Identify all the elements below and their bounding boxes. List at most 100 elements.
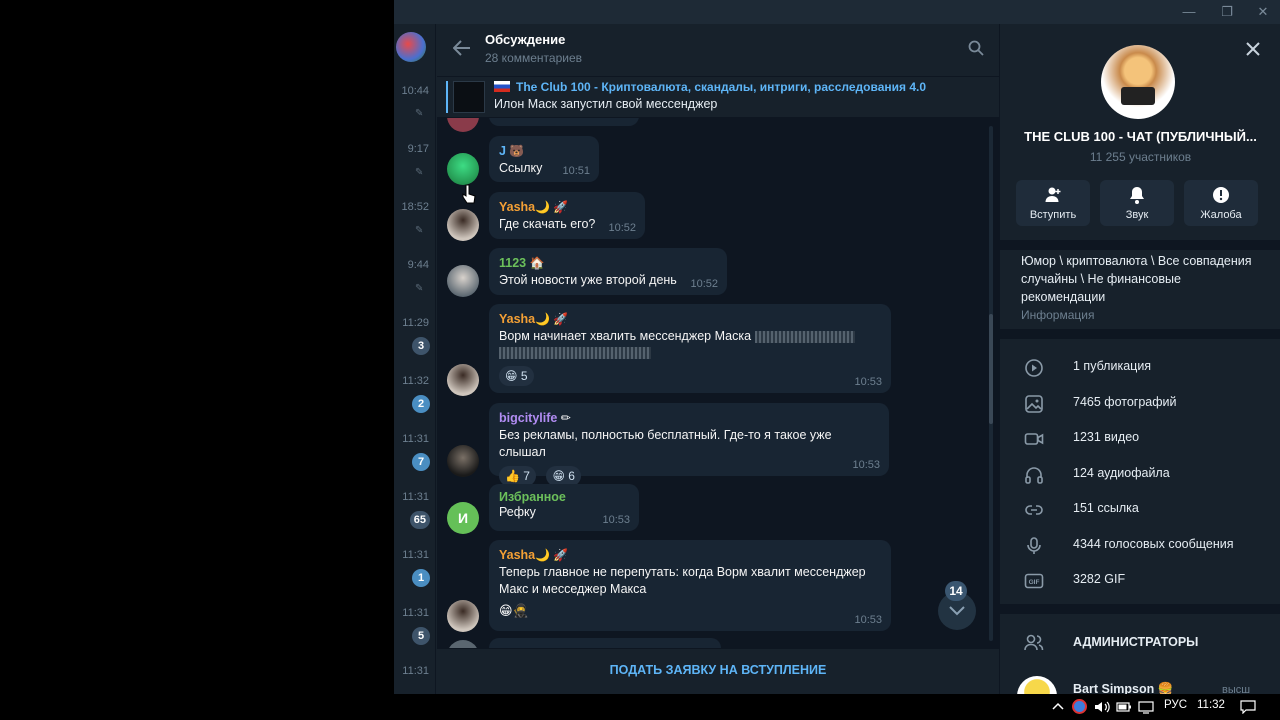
- message-bubble: J 🐻 Ссылку 10:51: [489, 136, 599, 182]
- avatar[interactable]: [447, 209, 479, 241]
- chevron-up-icon[interactable]: [1052, 702, 1064, 710]
- notifications-icon[interactable]: [1240, 700, 1256, 714]
- unread-badge: 7: [412, 453, 430, 471]
- battery-icon[interactable]: [1116, 700, 1132, 714]
- network-icon[interactable]: [1138, 700, 1154, 714]
- unread-badge: 2: [412, 395, 430, 413]
- sound-button[interactable]: Звук: [1100, 180, 1174, 226]
- grin-emoji-icon: 😁: [505, 369, 518, 383]
- section-divider: [1000, 329, 1280, 339]
- group-name: THE CLUB 100 - ЧАТ (ПУБЛИЧНЫЙ...: [1024, 129, 1257, 144]
- ninja-emoji-icon: 🥷: [512, 603, 529, 618]
- join-button[interactable]: Вступить: [1016, 180, 1090, 226]
- group-avatar[interactable]: [1101, 45, 1175, 119]
- minimize-icon[interactable]: —: [1174, 0, 1204, 24]
- pencil-emoji-icon: ✏: [557, 411, 571, 425]
- pinned-text: Илон Маск запустил свой мессенджер: [494, 97, 718, 111]
- avatar[interactable]: [447, 153, 479, 185]
- photo-icon: [1025, 395, 1043, 413]
- tray-app-icon[interactable]: [1072, 699, 1087, 714]
- message-bubble: Yasha🌙 🚀 Теперь главное не перепутать: к…: [489, 540, 891, 631]
- chat-time: 10:44: [401, 85, 429, 97]
- media-row-posts[interactable]: 1 публикация: [1000, 350, 1280, 385]
- media-row-gif[interactable]: GIF 3282 GIF: [1000, 563, 1280, 598]
- avatar[interactable]: [447, 640, 479, 648]
- message-bubble: Yasha🌙 🚀 Где скачать его? 10:52: [489, 192, 645, 239]
- member-count: 11 255 участников: [1089, 150, 1192, 164]
- message-time: 10:52: [690, 278, 718, 290]
- scrollbar-thumb[interactable]: [989, 314, 993, 424]
- volume-icon[interactable]: [1094, 700, 1110, 714]
- reaction-stickers[interactable]: 😁🥷: [499, 603, 881, 619]
- message-sender[interactable]: Избранное: [499, 490, 629, 504]
- clock[interactable]: 11:32: [1197, 699, 1225, 711]
- message-time: 10:51: [562, 165, 590, 177]
- section-divider: [1000, 240, 1280, 250]
- avatar[interactable]: И: [447, 502, 479, 534]
- pin-icon: ✎: [415, 283, 424, 294]
- description-line: Юмор \ криптовалюта \ Все совпадения: [1021, 254, 1252, 268]
- bell-icon: [1130, 187, 1144, 204]
- chat-time: 11:29: [402, 317, 429, 329]
- media-row-label: 124 аудиофайла: [1073, 466, 1170, 480]
- message-sender[interactable]: Yasha: [499, 200, 535, 214]
- hamster-card-image: [1121, 87, 1155, 105]
- message-sender[interactable]: bigcitylife: [499, 411, 557, 425]
- message-text: Этой новости уже второй день: [499, 273, 677, 287]
- spoiler-block[interactable]: [499, 347, 651, 359]
- message-time: 10:53: [854, 614, 882, 626]
- avatar[interactable]: [447, 265, 479, 297]
- message-sender[interactable]: J: [499, 144, 506, 158]
- message-bubble: [489, 118, 639, 126]
- request-join-button[interactable]: ПОДАТЬ ЗАЯВКУ НА ВСТУПЛЕНИЕ: [437, 649, 999, 695]
- svg-text:GIF: GIF: [1029, 579, 1040, 586]
- media-row-photos[interactable]: 7465 фотографий: [1000, 386, 1280, 421]
- search-icon[interactable]: [968, 40, 984, 56]
- media-row-videos[interactable]: 1231 видео: [1000, 421, 1280, 456]
- pinned-post[interactable]: The Club 100 - Криптовалюта, скандалы, и…: [437, 76, 999, 118]
- restore-icon[interactable]: ❐: [1212, 0, 1242, 24]
- chat-time: 11:31: [402, 491, 429, 503]
- avatar[interactable]: [447, 445, 479, 477]
- microphone-icon: [1027, 537, 1041, 554]
- house-emoji-icon: 🏠: [526, 256, 545, 270]
- avatar[interactable]: [447, 118, 479, 132]
- media-row-audio[interactable]: 124 аудиофайла: [1000, 457, 1280, 492]
- media-row-links[interactable]: 151 ссылка: [1000, 492, 1280, 527]
- report-button[interactable]: Жалоба: [1184, 180, 1258, 226]
- message-sender[interactable]: Yasha: [499, 312, 535, 326]
- message-bubble: Yasha🌙 🚀 Ворм начинает хвалить мессендже…: [489, 304, 891, 393]
- message-sender[interactable]: Yasha: [499, 548, 535, 562]
- close-window-icon[interactable]: ✕: [1248, 0, 1278, 24]
- reaction-grin[interactable]: 😁 6: [546, 466, 581, 486]
- media-row-voice[interactable]: 4344 голосовых сообщения: [1000, 528, 1280, 563]
- media-row-label: 1231 видео: [1073, 430, 1140, 444]
- header-title: Обсуждение: [485, 32, 566, 47]
- unread-count-badge: 14: [945, 581, 967, 601]
- avatar[interactable]: [447, 600, 479, 632]
- pinned-thumbnail: [453, 81, 485, 113]
- gif-icon: GIF: [1024, 573, 1044, 589]
- message-bubble: [489, 638, 721, 648]
- language-indicator[interactable]: РУС: [1164, 699, 1187, 711]
- report-label: Жалоба: [1200, 209, 1242, 221]
- reaction-thumbs-up[interactable]: 👍 7: [499, 466, 536, 486]
- close-icon[interactable]: [1246, 42, 1260, 56]
- chat-time: 11:31: [402, 607, 429, 619]
- chevron-down-icon: [949, 606, 965, 616]
- pinned-channel: The Club 100 - Криптовалюта, скандалы, и…: [516, 80, 927, 94]
- reaction-grin[interactable]: 😁 5: [499, 366, 534, 386]
- pin-icon: ✎: [415, 167, 424, 178]
- message-bubble: Избранное Рефку 10:53: [489, 484, 639, 531]
- avatar[interactable]: [447, 364, 479, 396]
- spoiler-block[interactable]: [754, 330, 855, 343]
- grin-emoji-icon: 😁: [499, 603, 513, 618]
- video-camera-icon: [1024, 433, 1044, 445]
- message-text: Теперь главное не перепутать: когда Ворм…: [499, 565, 866, 579]
- description-line: рекомендации: [1021, 290, 1106, 304]
- chat-avatar[interactable]: [396, 32, 426, 62]
- message-sender[interactable]: 1123: [499, 256, 526, 270]
- headphones-icon: [1025, 467, 1043, 484]
- taskbar: РУС 11:32: [394, 694, 1280, 720]
- back-arrow-icon[interactable]: [453, 40, 471, 56]
